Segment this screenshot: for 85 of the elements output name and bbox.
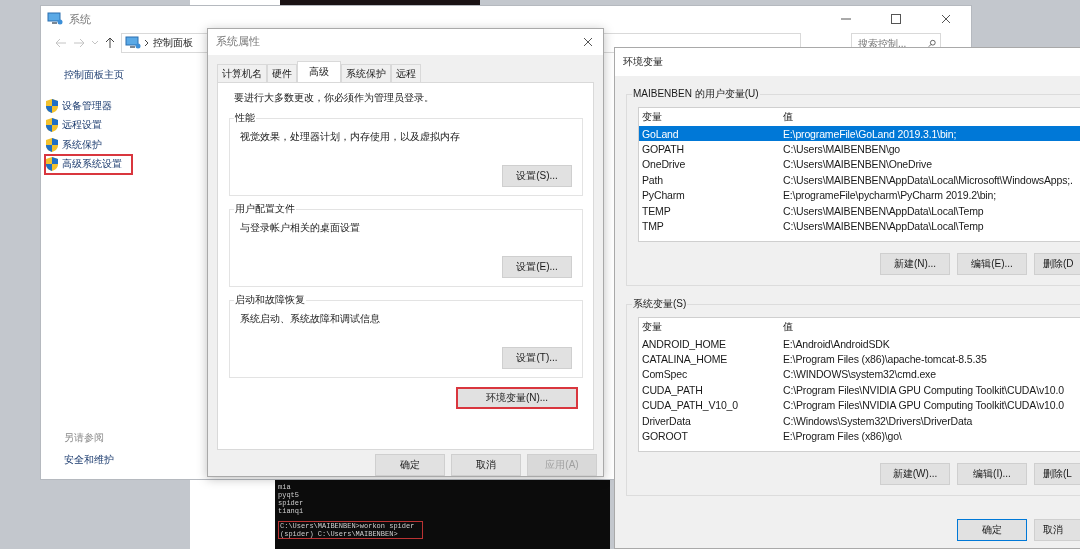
settings-button[interactable]: 设置(T)... xyxy=(502,346,572,369)
dialog-button[interactable]: 编辑(E)... xyxy=(957,253,1027,275)
breadcrumb-item[interactable]: 控制面板 xyxy=(153,36,193,50)
dialog-button[interactable]: 确定 xyxy=(957,519,1027,541)
settings-button[interactable]: 设置(E)... xyxy=(502,255,572,278)
notice-text: 要进行大多数更改，你必须作为管理员登录。 xyxy=(234,90,435,105)
dialog-title: 环境变量 xyxy=(623,55,663,69)
table-cell[interactable]: CUDA_PATH xyxy=(639,382,780,398)
variable-list[interactable] xyxy=(638,317,1080,452)
table-cell[interactable]: C:\Windows\System32\Drivers\DriverData xyxy=(780,412,1080,429)
close-icon[interactable] xyxy=(583,36,593,47)
sidebar-link[interactable]: 设备管理器 xyxy=(45,96,122,116)
table-cell[interactable]: CUDA_PATH_V10_0 xyxy=(639,397,780,413)
table-cell[interactable]: C:\Users\MAIBENBEN\AppData\Local\Temp xyxy=(780,218,1080,234)
settings-button[interactable]: 设置(S)... xyxy=(502,164,572,187)
table-cell[interactable]: ComSpec xyxy=(639,366,780,383)
environment-variables-button[interactable]: 环境变量(N)... xyxy=(456,386,578,409)
dialog-button[interactable]: 新建(N)... xyxy=(880,253,950,275)
shield-icon xyxy=(45,97,59,114)
dialog-title: 系统属性 xyxy=(216,34,260,50)
table-cell[interactable]: GoLand xyxy=(639,126,780,142)
dialog-button[interactable]: 取消 xyxy=(451,454,521,476)
table-cell[interactable]: E:\Android\AndroidSDK xyxy=(780,336,1080,352)
dialog-button[interactable]: 确定 xyxy=(375,454,445,476)
dialog-button[interactable]: 新建(W)... xyxy=(880,463,950,485)
table-cell[interactable]: OneDrive xyxy=(639,156,780,173)
group-description: 视觉效果，处理器计划，内存使用，以及虚拟内存 xyxy=(240,129,461,144)
table-cell[interactable]: C:\WINDOWS\system32\cmd.exe xyxy=(780,366,1080,383)
table-cell[interactable]: C:\Users\MAIBENBEN\AppData\Local\Temp xyxy=(780,202,1080,219)
table-cell[interactable]: E:\Program Files (x86)\apache-tomcat-8.5.35 xyxy=(780,351,1080,367)
section-heading: 另请参阅 xyxy=(64,431,105,445)
column-header[interactable]: 变量 xyxy=(639,108,780,126)
shield-icon xyxy=(45,117,59,134)
group-title: 系统变量(S) xyxy=(632,297,688,311)
sidebar-link[interactable]: 系统保护 xyxy=(45,135,112,155)
sidebar-link[interactable]: 安全和维护 xyxy=(64,453,205,467)
group-title: 性能 xyxy=(234,110,256,125)
column-header[interactable]: 值 xyxy=(780,318,1080,336)
table-cell[interactable]: E:\programeFile\GoLand 2019.3.1\bin; xyxy=(780,126,1080,142)
shield-icon xyxy=(45,156,59,173)
sidebar-link[interactable]: 远程设置 xyxy=(45,115,112,135)
tab[interactable]: 计算机名 xyxy=(217,63,267,82)
search-icon xyxy=(928,38,936,48)
table-cell[interactable]: CATALINA_HOME xyxy=(639,351,780,367)
dialog-button[interactable]: 删除(D xyxy=(1034,253,1080,275)
table-cell[interactable]: ANDROID_HOME xyxy=(639,336,780,352)
table-cell[interactable]: C:\Program Files\NVIDIA GPU Computing Toolkit\CUDA\v10.0 xyxy=(780,397,1080,413)
table-cell[interactable]: E:\Program Files (x86)\go\ xyxy=(780,428,1080,444)
shield-icon xyxy=(45,136,59,153)
table-cell[interactable]: E:\programeFile\pycharm\PyCharm 2019.2\bin; xyxy=(780,187,1080,203)
up-arrow-icon[interactable] xyxy=(105,37,115,49)
control-panel-icon xyxy=(125,36,141,50)
tab[interactable]: 硬件 xyxy=(267,63,297,82)
close-icon[interactable] xyxy=(941,14,951,24)
table-cell[interactable]: DriverData xyxy=(639,412,780,429)
group-description: 系统启动、系统故障和调试信息 xyxy=(240,311,381,326)
column-header[interactable]: 值 xyxy=(780,108,1080,126)
chevron-right-icon xyxy=(144,39,150,47)
table-cell[interactable]: PyCharm xyxy=(639,187,780,203)
tab[interactable]: 高级 xyxy=(297,60,341,82)
group-description: 与登录帐户相关的桌面设置 xyxy=(240,220,361,235)
tab[interactable]: 系统保护 xyxy=(341,63,391,82)
table-cell[interactable]: GOPATH xyxy=(639,141,780,157)
table-cell[interactable]: GOROOT xyxy=(639,428,780,444)
tab[interactable]: 远程 xyxy=(391,63,421,82)
table-cell[interactable]: C:\Users\MAIBENBEN\AppData\Local\Microsoft\WindowsApps;. xyxy=(780,172,1080,188)
dialog-button[interactable]: 删除(L xyxy=(1034,463,1080,485)
table-cell[interactable]: Path xyxy=(639,172,780,188)
window-title: 系统 xyxy=(69,11,91,27)
maximize-icon[interactable] xyxy=(891,14,901,24)
column-header[interactable]: 变量 xyxy=(639,318,780,336)
table-cell[interactable]: TEMP xyxy=(639,202,780,219)
table-cell[interactable]: C:\Users\MAIBENBEN\OneDrive xyxy=(780,156,1080,173)
group-title: 启动和故障恢复 xyxy=(234,292,306,307)
table-cell[interactable]: C:\Users\MAIBENBEN\go xyxy=(780,141,1080,157)
dialog-button[interactable]: 取消 xyxy=(1034,519,1080,541)
table-cell[interactable]: TMP xyxy=(639,218,780,234)
group-title: MAIBENBEN 的用户变量(U) xyxy=(632,87,760,101)
table-cell[interactable]: C:\Program Files\NVIDIA GPU Computing Toolkit\CUDA\v10.0 xyxy=(780,382,1080,398)
sidebar-home-link[interactable]: 控制面板主页 xyxy=(64,68,205,82)
group-title: 用户配置文件 xyxy=(234,201,296,216)
variable-list[interactable] xyxy=(638,107,1080,242)
dialog-button[interactable]: 编辑(I)... xyxy=(957,463,1027,485)
computer-icon xyxy=(47,12,63,26)
sidebar-link[interactable]: 高级系统设置 xyxy=(45,154,132,174)
